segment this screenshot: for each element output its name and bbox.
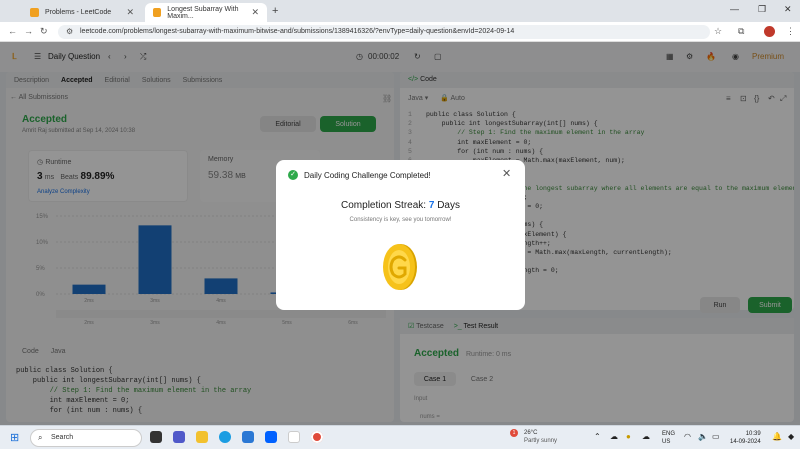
wifi-icon[interactable]: ◠ [684, 432, 691, 441]
streak-label: Completion Streak: [341, 200, 427, 211]
browser-tab-problems[interactable]: Problems - LeetCode ✕ [22, 3, 142, 22]
windows-start-icon[interactable]: ⊞ [10, 431, 19, 444]
close-icon[interactable]: ✕ [502, 167, 511, 180]
tray-chevron-icon[interactable]: ⌃ [594, 432, 601, 441]
copilot-icon[interactable]: ◆ [788, 432, 794, 441]
forward-icon[interactable]: → [24, 26, 33, 36]
store-icon[interactable] [242, 431, 254, 443]
notification-badge: 1 [510, 429, 518, 437]
browser-tab-longest-subarray[interactable]: Longest Subarray With Maxim... ✕ [145, 3, 267, 22]
reload-icon[interactable]: ↻ [40, 26, 48, 37]
chrome-icon[interactable] [311, 431, 323, 443]
maximize-icon[interactable]: ❐ [758, 4, 766, 15]
file-explorer-icon[interactable] [196, 431, 208, 443]
search-label: Search [51, 434, 74, 441]
windows-taskbar: ⊞ ⌕ Search 1 26°C Partly sunny ⌃ ☁ ● ☁ E… [0, 425, 800, 449]
site-info-icon[interactable]: ⚙ [66, 27, 73, 36]
streak-value: 7 [428, 200, 435, 211]
weather-temp: 26°C [524, 430, 538, 436]
gold-coin-icon [383, 244, 417, 290]
system-clock[interactable]: 10:39 14-09-2024 [730, 430, 761, 446]
search-icon: ⌕ [38, 433, 43, 442]
tab-label: Problems - LeetCode [45, 9, 112, 16]
teams-icon[interactable] [173, 431, 185, 443]
streak-unit: Days [437, 200, 460, 211]
check-circle-icon: ✓ [288, 170, 298, 180]
url-bar[interactable]: ⚙ leetcode.com/problems/longest-subarray… [58, 25, 710, 39]
tab-label: Longest Subarray With Maxim... [167, 5, 239, 20]
completion-streak: Completion Streak: 7 Days [276, 200, 525, 211]
onedrive-icon[interactable]: ☁ [642, 432, 650, 441]
weather-widget[interactable]: 1 26°C Partly sunny [510, 429, 558, 445]
battery-icon[interactable]: ▭ [712, 432, 720, 441]
taskbar-search[interactable]: ⌕ Search [30, 429, 142, 447]
clock-time: 10:39 [745, 431, 761, 437]
menu-icon[interactable]: ⋮ [786, 26, 795, 37]
lang-code: ENG [662, 431, 676, 437]
language-indicator[interactable]: ENG US [662, 430, 675, 446]
extensions-icon[interactable]: ⧉ [738, 26, 744, 37]
amazon-icon[interactable] [288, 431, 300, 443]
close-tab-icon[interactable]: ✕ [126, 7, 134, 18]
bookmark-star-icon[interactable]: ☆ [714, 26, 722, 37]
region-code: US [662, 439, 671, 445]
tray-app-icon[interactable]: ● [626, 432, 631, 441]
minimize-icon[interactable]: — [730, 4, 739, 14]
profile-avatar[interactable] [764, 26, 775, 37]
clock-date: 14-09-2024 [730, 439, 761, 445]
dropbox-icon[interactable] [265, 431, 277, 443]
volume-icon[interactable]: 🔈 [698, 432, 708, 441]
consistency-message: Consistency is key, see you tomorrow! [349, 217, 452, 223]
cloud-icon[interactable]: ☁ [610, 432, 618, 441]
weather-desc: Partly sunny [524, 438, 558, 444]
notifications-bell-icon[interactable]: 🔔 [772, 432, 782, 441]
new-tab-icon[interactable]: + [272, 5, 278, 17]
leetcode-favicon-icon [153, 8, 162, 17]
close-tab-icon[interactable]: ✕ [251, 7, 259, 18]
task-view-icon[interactable] [150, 431, 162, 443]
daily-challenge-modal: ✓ Daily Coding Challenge Completed! ✕ Co… [276, 160, 525, 310]
url-text: leetcode.com/problems/longest-subarray-w… [80, 28, 515, 35]
browser-tabstrip: Problems - LeetCode ✕ Longest Subarray W… [0, 0, 800, 22]
leetcode-favicon-icon [30, 8, 39, 17]
address-row: ← → ↻ ⚙ leetcode.com/problems/longest-su… [0, 22, 800, 42]
back-icon[interactable]: ← [8, 26, 17, 36]
edge-icon[interactable] [219, 431, 231, 443]
modal-title: Daily Coding Challenge Completed! [304, 171, 431, 180]
close-window-icon[interactable]: ✕ [784, 4, 792, 15]
